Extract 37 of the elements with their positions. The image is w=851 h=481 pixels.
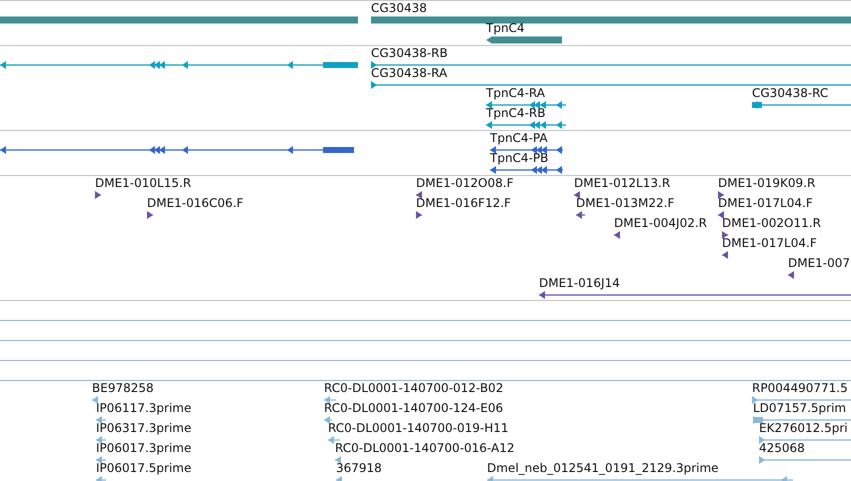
feature-label: DME1-010L15.R xyxy=(95,177,192,190)
feature-label: 367918 xyxy=(336,462,382,475)
feature-label: DME1-017L04.F xyxy=(718,197,813,210)
feature-label: DME1-013M22.F xyxy=(576,197,674,210)
feature-label: CG30438-RB xyxy=(371,47,448,60)
feature-label: CG30438-RC xyxy=(752,87,828,100)
feature-label: Dmel_neb_012541_0191_2129.3prime xyxy=(487,462,719,475)
feature-label: IP06317.3prime xyxy=(96,422,192,435)
feature-label: TpnC4-RB xyxy=(486,107,546,120)
feature-label: TpnC4-RA xyxy=(486,87,545,100)
feature-label: TpnC4-PB xyxy=(490,152,548,165)
feature-label: DME1-016F12.F xyxy=(416,197,511,210)
feature-label: DME1-016J14 xyxy=(539,277,620,290)
feature-label: TpnC4 xyxy=(486,22,525,35)
feature-label: DME1-002O11.R xyxy=(722,217,821,230)
feature-label: DME1-016C06.F xyxy=(147,197,244,210)
feature-label: RP004490771.5 xyxy=(752,382,848,395)
feature-label: CG30438-RA xyxy=(371,67,448,80)
feature-label: IP06117.3prime xyxy=(96,402,192,415)
feature-label: DME1-007 xyxy=(788,257,850,270)
feature-label: IP06017.3prime xyxy=(96,442,192,455)
feature-label: BE978258 xyxy=(92,382,154,395)
feature-label: DME1-012O08.F xyxy=(416,177,514,190)
feature-label: TpnC4-PA xyxy=(490,132,548,145)
feature-label: DME1-004J02.R xyxy=(614,217,708,230)
feature-label: IP06017.5prime xyxy=(96,462,192,475)
feature-label: EK276012.5pri xyxy=(759,422,848,435)
feature-label: 425068 xyxy=(759,442,805,455)
feature-label: DME1-019K09.R xyxy=(718,177,816,190)
feature-label: DME1-012L13.R xyxy=(574,177,670,190)
feature-label: CG30438 xyxy=(371,2,427,15)
feature-label: RC0-DL0001-140700-019-H11 xyxy=(328,422,509,435)
feature-label: RC0-DL0001-140700-016-A12 xyxy=(335,442,514,455)
feature-label: RC0-DL0001-140700-124-E06 xyxy=(324,402,504,415)
feature-label: LD07157.5prim xyxy=(753,402,846,415)
feature-label: DME1-017L04.F xyxy=(722,237,817,250)
feature-label: RC0-DL0001-140700-012-B02 xyxy=(324,382,504,395)
